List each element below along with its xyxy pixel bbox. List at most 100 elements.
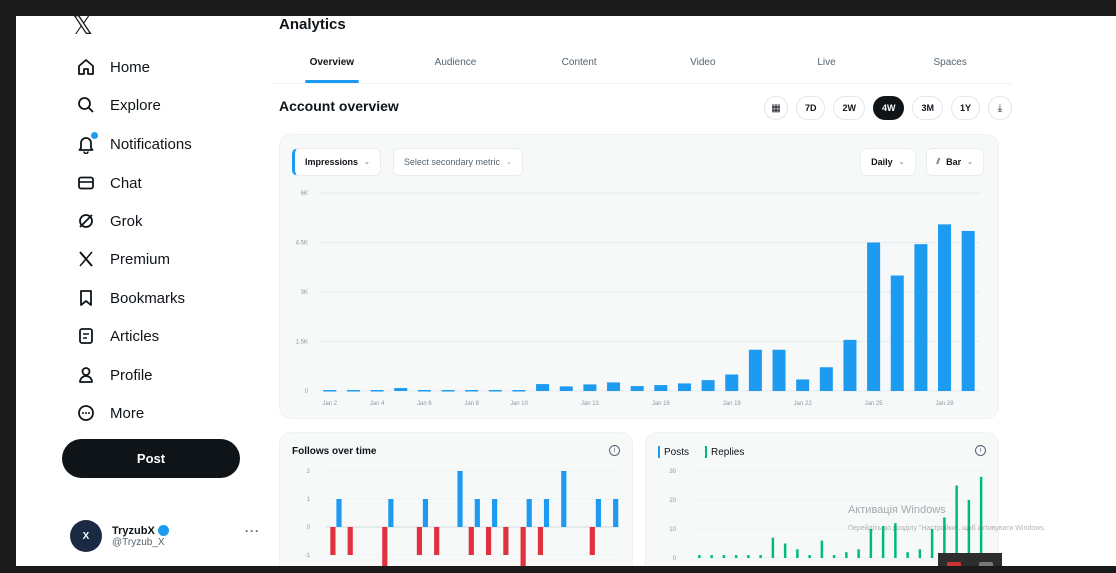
nav-label-explore: Explore	[110, 96, 161, 114]
info-icon[interactable]: i	[975, 445, 986, 456]
tab-spaces[interactable]: Spaces	[888, 54, 1012, 83]
section-title: Account overview	[279, 98, 399, 114]
replies-bar	[906, 552, 909, 558]
x-tick-label: Jan 16	[652, 401, 671, 407]
verified-badge-icon	[157, 525, 169, 536]
more-circle-icon	[76, 403, 96, 423]
follows-bar	[595, 499, 601, 527]
nav-item-premium[interactable]: Premium	[76, 244, 170, 274]
x-logo[interactable]: 𝕏	[72, 16, 93, 38]
range-4w-button[interactable]: 4W	[872, 96, 905, 120]
replies-bar	[698, 555, 701, 558]
replies-bar	[832, 555, 836, 558]
impressions-bar	[796, 379, 810, 391]
interval-select[interactable]: Daily ⌄	[860, 148, 916, 176]
window-bottom-strip	[0, 566, 1116, 573]
info-icon[interactable]: i	[609, 445, 620, 456]
download-icon[interactable]: ⤓	[988, 96, 1012, 120]
y-tick-label: 6K	[301, 191, 308, 197]
nav-item-home[interactable]: Home	[76, 52, 150, 82]
nav-item-bookmarks[interactable]: Bookmarks	[76, 283, 185, 313]
follows-bar	[422, 499, 429, 527]
x-tick-label: Jan 10	[510, 401, 529, 407]
analytics-tabs: Overview Audience Content Video Live Spa…	[270, 54, 1012, 84]
post-button[interactable]: Post	[62, 439, 240, 478]
chart-style-select[interactable]: ⫽ Bar ⌄	[925, 148, 984, 176]
y-tick-label: 4.5K	[296, 241, 308, 247]
range-7d-button[interactable]: 7D	[795, 96, 826, 120]
x-tick-label: Jan 22	[794, 401, 813, 407]
nav-item-more[interactable]: More	[76, 398, 144, 428]
impressions-bar	[914, 244, 928, 391]
primary-metric-select[interactable]: Impressions ⌄	[292, 148, 381, 176]
range-1y-button[interactable]: 1Y	[950, 96, 980, 120]
unfollows-bar	[347, 527, 353, 555]
impressions-bar	[819, 367, 833, 391]
account-more-icon[interactable]: ···	[245, 524, 260, 538]
legend-posts: Posts	[658, 446, 689, 458]
range-2w-button[interactable]: 2W	[833, 96, 865, 120]
nav-label-articles: Articles	[110, 327, 160, 345]
impressions-bar	[465, 390, 479, 392]
tab-video[interactable]: Video	[641, 54, 765, 83]
tab-overview[interactable]: Overview	[270, 54, 394, 83]
y-tick-label: -1	[305, 553, 311, 559]
account-handle: @Tryzub_X	[112, 536, 165, 548]
posts-card: Posts Replies i 30 20 10 0	[645, 432, 999, 573]
account-name: TryzubX	[112, 524, 155, 537]
secondary-metric-select[interactable]: Select secondary metric ⌄	[392, 148, 523, 176]
nav-item-articles[interactable]: Articles	[76, 321, 159, 351]
replies-bar	[759, 555, 762, 558]
avatar: X	[70, 520, 102, 552]
x-tick-label: Jan 19	[723, 401, 742, 407]
unfollows-bar	[503, 527, 509, 555]
impressions-bar	[772, 349, 786, 391]
nav-item-grok[interactable]: Grok	[76, 206, 143, 236]
tab-audience[interactable]: Audience	[394, 54, 518, 83]
unfollows-bar	[330, 527, 336, 555]
impressions-bar	[323, 390, 337, 392]
follows-card: Follows over time i 210-1-2	[279, 432, 633, 573]
legend-posts-swatch	[658, 446, 660, 458]
page-title: Analytics	[279, 16, 346, 33]
nav-item-chat[interactable]: Chat	[76, 168, 142, 198]
x-tick-label: Jan 13	[581, 401, 600, 407]
follows-bar	[474, 499, 480, 527]
nav-item-profile[interactable]: Profile	[76, 360, 153, 390]
follows-bar	[526, 499, 532, 527]
y-tick-label: 30	[669, 469, 676, 475]
follows-bar	[457, 471, 463, 527]
range-3m-button[interactable]: 3M	[912, 96, 943, 120]
bookmark-icon	[76, 288, 96, 308]
nav-item-notifications[interactable]: Notifications	[76, 129, 192, 159]
replies-bar	[869, 529, 873, 558]
calendar-icon[interactable]: ▦	[763, 96, 788, 120]
y-tick-label: 0	[305, 389, 309, 395]
nav-item-explore[interactable]: Explore	[76, 90, 161, 120]
tab-live[interactable]: Live	[765, 54, 889, 83]
y-tick-label: 0	[673, 556, 677, 562]
x-tick-label: Jan 28	[936, 401, 955, 407]
follows-bar	[613, 499, 619, 527]
account-switcher[interactable]: X TryzubX @Tryzub_X ···	[70, 518, 260, 554]
x-tick-label: Jan 8	[464, 401, 479, 407]
impressions-card: Impressions ⌄ Select secondary metric ⌄ …	[279, 134, 999, 419]
impressions-bar	[867, 242, 881, 391]
impressions-bar	[701, 380, 715, 391]
replies-bar	[845, 552, 848, 558]
y-tick-label: 1.5K	[296, 340, 308, 346]
replies-bar	[771, 537, 775, 558]
nav-label-home: Home	[110, 58, 151, 76]
x-tick-label: Jan 4	[370, 401, 385, 407]
metric-selectors: Impressions ⌄ Select secondary metric ⌄	[292, 148, 523, 176]
tab-content[interactable]: Content	[517, 54, 641, 83]
impressions-chart: 0 1.5K 3K 4.5K 6K Jan 2 Jan 4 Jan 6 Jan 8 Jan 10 J…	[296, 191, 980, 407]
impressions-bar	[843, 339, 857, 391]
chevron-down-icon: ⌄	[898, 159, 905, 166]
window-top-bar	[0, 0, 1116, 16]
legend-replies: Replies	[705, 446, 744, 458]
y-tick-label: 20	[669, 498, 676, 504]
bar-chart-icon: ⫽	[936, 157, 941, 166]
replies-bar	[930, 529, 934, 558]
bell-icon	[76, 131, 99, 154]
